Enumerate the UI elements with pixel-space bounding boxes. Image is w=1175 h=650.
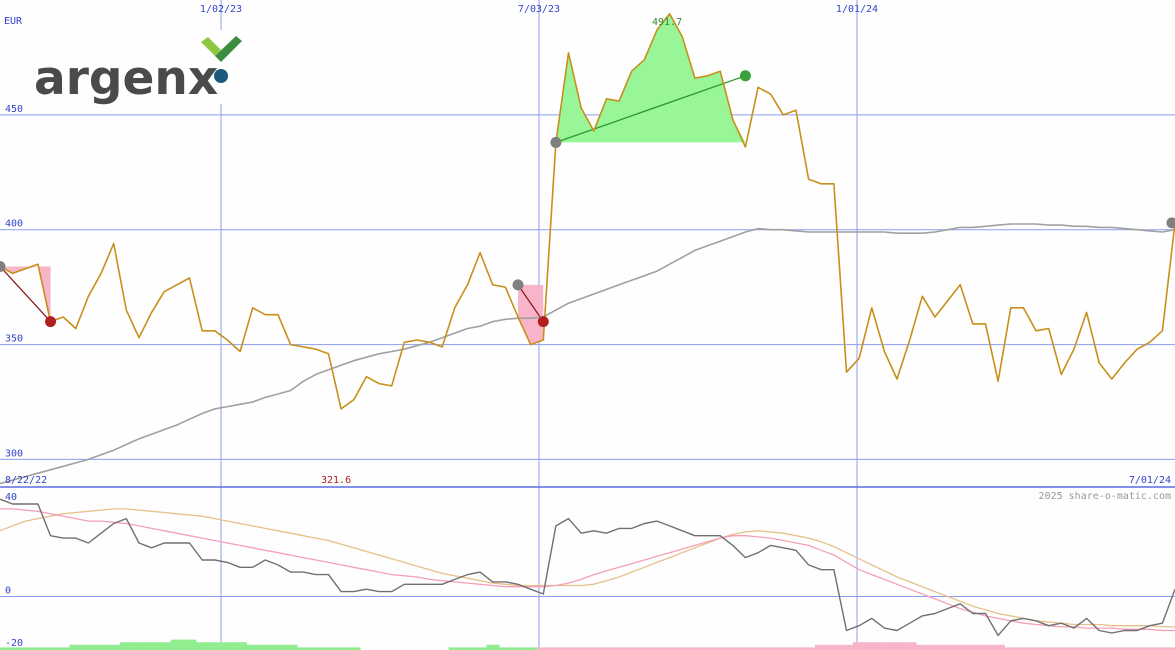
- y-tick-label: 300: [5, 448, 23, 459]
- histogram-bar: [953, 644, 968, 650]
- signal-exit-gain-marker: [739, 70, 751, 82]
- histogram-bar: [991, 644, 1005, 650]
- histogram-bar: [221, 642, 235, 650]
- signal-entry-marker: [512, 279, 524, 291]
- histogram-bar: [852, 642, 866, 650]
- histogram-bar: [120, 642, 134, 650]
- histogram-bar: [233, 642, 247, 650]
- histogram-layer: [0, 639, 1175, 650]
- histogram-bar: [82, 644, 96, 650]
- histogram-bar: [271, 644, 285, 650]
- histogram-bar: [814, 644, 829, 650]
- histogram-bar: [170, 639, 184, 650]
- oscillator-tick-label: 0: [5, 585, 11, 596]
- histogram-bar: [941, 644, 955, 650]
- x-tick-label: 1/02/23: [200, 4, 242, 15]
- loss-fill-area: [518, 284, 544, 345]
- histogram-bar: [928, 644, 942, 650]
- histogram-bar: [246, 644, 260, 650]
- oscillator-tick-label: -20: [5, 638, 23, 649]
- signal-marker-layer: [0, 70, 1175, 328]
- histogram-bar: [979, 644, 993, 650]
- histogram-bar: [827, 644, 841, 650]
- histogram-bar: [195, 642, 209, 650]
- end-date-label: 7/01/24: [1129, 475, 1171, 486]
- histogram-bar: [486, 644, 500, 650]
- histogram-bar: [878, 642, 892, 650]
- signal-exit-loss-marker: [537, 316, 549, 328]
- y-tick-label: 350: [5, 334, 23, 345]
- histogram-bar: [183, 639, 197, 650]
- histogram-bar: [145, 642, 159, 650]
- signal-entry-marker: [0, 260, 6, 272]
- max-price-label: 491.7: [652, 17, 682, 28]
- currency-label: EUR: [4, 16, 23, 27]
- histogram-bar: [208, 642, 222, 650]
- oscillator-signal-line: [0, 508, 1175, 632]
- histogram-bar: [284, 644, 298, 650]
- histogram-bar: [94, 644, 108, 650]
- histogram-bar: [890, 642, 904, 650]
- histogram-bar: [865, 642, 879, 650]
- y-tick-label: 400: [5, 219, 23, 230]
- histogram-bar: [966, 644, 980, 650]
- histogram-bar: [157, 642, 172, 650]
- chart-stage: 1/02/23 7/03/23 1/01/24 300 350 400 450 40 0 -20 …: [0, 0, 1175, 650]
- histogram-bar: [840, 644, 854, 650]
- watermark: 2025 share-o-matic.com: [1039, 491, 1171, 502]
- min-price-label: 321.6: [321, 475, 351, 486]
- x-tick-label: 1/01/24: [836, 4, 878, 15]
- logo-dot: [214, 69, 228, 83]
- oscillator-slow-line: [0, 508, 1175, 628]
- x-tick-label: 7/03/23: [518, 4, 560, 15]
- price-chart: 1/02/23 7/03/23 1/01/24300350400450400-20 …: [0, 0, 1175, 650]
- moving-average-line: [0, 223, 1175, 485]
- start-date-label: 8/22/22: [5, 475, 47, 486]
- histogram-bar: [107, 644, 121, 650]
- last-price-marker: [1166, 217, 1175, 229]
- histogram-bar: [259, 644, 273, 650]
- argenx-logo: argenx: [28, 30, 244, 106]
- signal-entry-marker: [550, 136, 562, 148]
- histogram-bar: [903, 642, 917, 650]
- logo-wordmark: argenx: [34, 51, 218, 106]
- y-tick-label: 450: [5, 104, 23, 115]
- histogram-bar: [69, 644, 83, 650]
- signal-exit-loss-marker: [45, 316, 57, 328]
- histogram-bar: [132, 642, 146, 650]
- histogram-bar: [915, 644, 930, 650]
- oscillator-line: [0, 498, 1175, 637]
- gain-fill-area: [555, 13, 746, 143]
- series-layer: [0, 13, 1175, 637]
